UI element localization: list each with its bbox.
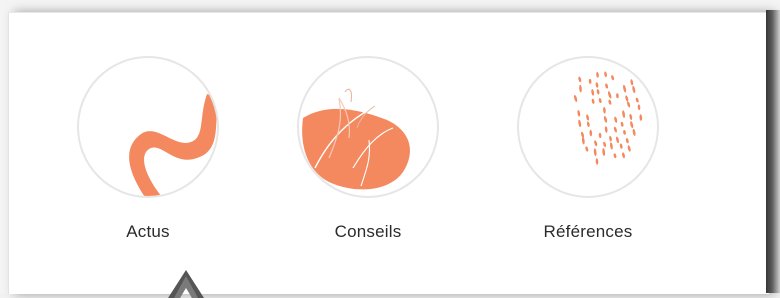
dash-mark: [598, 98, 602, 104]
dash-mark: [589, 129, 593, 137]
category-actus-label: Actus: [126, 222, 170, 241]
dash-mark: [603, 107, 606, 114]
dash-mark: [629, 113, 633, 120]
dash-mark: [594, 140, 598, 147]
window-frame: Actus Conseils Références: [0, 0, 780, 298]
pointer-arrow-icon: [168, 270, 204, 298]
dash-mark: [623, 130, 626, 135]
dash-mark: [605, 83, 609, 89]
dash-mark: [595, 158, 599, 165]
window-edge-shadow: [766, 10, 780, 293]
dash-mark: [586, 121, 590, 127]
dash-mark: [596, 89, 600, 95]
category-references-link[interactable]: Références: [513, 56, 663, 256]
dash-mark: [595, 82, 599, 88]
dash-mark: [608, 99, 612, 105]
dash-mark: [577, 110, 581, 117]
dash-mark: [588, 78, 592, 84]
dash-mark: [604, 71, 607, 78]
category-conseils-link[interactable]: Conseils: [293, 56, 443, 256]
dash-mark: [619, 143, 623, 149]
category-references-circle[interactable]: [517, 56, 659, 198]
category-conseils-label: Conseils: [334, 222, 402, 241]
dash-mark: [586, 114, 590, 121]
dash-mark: [609, 135, 612, 142]
dash-mark: [603, 116, 608, 123]
dash-mark: [622, 152, 625, 159]
dash-mark: [622, 110, 626, 118]
dash-mark: [598, 132, 602, 139]
dash-mark: [625, 95, 629, 102]
dash-mark: [635, 97, 639, 103]
dash-mark: [578, 76, 582, 83]
dash-mark: [632, 85, 636, 94]
dash-mark: [613, 126, 617, 133]
dash-mark: [603, 141, 607, 148]
dots-icon: [573, 71, 643, 165]
category-conseils-circle[interactable]: [297, 56, 439, 198]
wave-icon: [129, 94, 217, 196]
dash-mark: [637, 104, 641, 111]
leaf-icon: [302, 88, 410, 190]
dash-mark: [607, 91, 612, 99]
dash-mark: [591, 89, 595, 96]
dash-mark: [611, 75, 615, 81]
dash-mark: [620, 121, 624, 127]
dash-mark: [585, 146, 589, 152]
dash-mark: [614, 116, 618, 123]
dash-mark: [579, 84, 582, 93]
dash-mark: [616, 136, 619, 144]
dash-mark: [604, 126, 608, 133]
dash-mark: [591, 98, 595, 104]
category-actus-circle[interactable]: [77, 56, 219, 198]
dash-mark: [627, 145, 631, 152]
dash-mark: [581, 136, 585, 145]
dash-mark: [578, 119, 582, 128]
dash-mark: [625, 138, 629, 144]
dash-mark: [593, 148, 597, 157]
dash-mark: [639, 114, 643, 121]
dash-mark: [573, 94, 578, 103]
dash-mark: [613, 153, 617, 159]
dash-mark: [630, 79, 634, 86]
category-actus-link[interactable]: Actus: [73, 56, 223, 256]
dash-mark: [630, 121, 634, 129]
dash-mark: [596, 72, 599, 78]
dash-mark: [627, 101, 631, 108]
dash-mark: [623, 84, 627, 93]
dash-mark: [609, 142, 613, 150]
dash-mark: [616, 93, 619, 99]
dash-mark: [602, 148, 606, 156]
category-references-label: Références: [543, 222, 633, 241]
dash-mark: [632, 128, 636, 136]
